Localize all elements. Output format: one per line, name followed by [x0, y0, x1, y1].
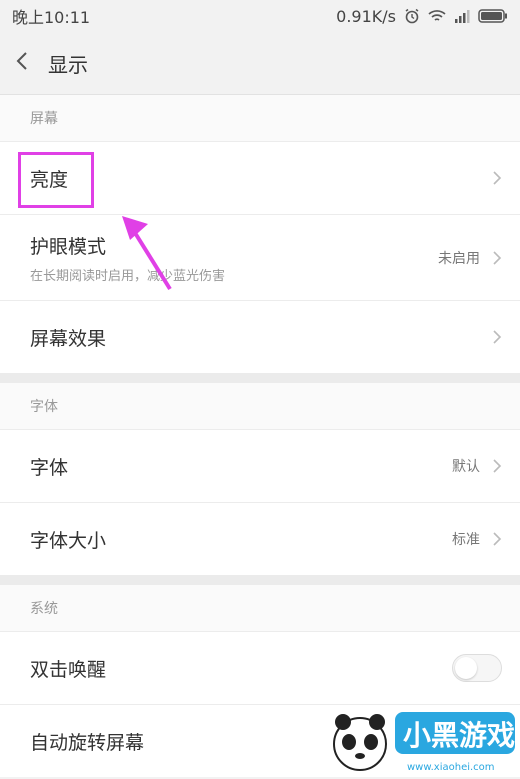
item-label: 双击唤醒 [30, 658, 107, 681]
list-item-font-size[interactable]: 字体大小 标准 [0, 502, 520, 575]
toggle-knob [455, 657, 477, 679]
list-item-font[interactable]: 字体 默认 [0, 429, 520, 502]
list-item-screen-effect[interactable]: 屏幕效果 [0, 300, 520, 373]
list-item-double-tap-wake[interactable]: 双击唤醒 [0, 631, 520, 704]
wifi-icon [428, 9, 446, 23]
pointer-arrow-icon [122, 216, 172, 291]
chevron-right-icon [492, 329, 502, 345]
chevron-right-icon [492, 531, 502, 547]
section-divider [0, 373, 520, 383]
item-value: 默认 [452, 459, 480, 475]
section-label-screen: 屏幕 [0, 95, 520, 141]
list-item-eye-protection[interactable]: 护眼模式 在长期阅读时启用，减少蓝光伤害 未启用 [0, 214, 520, 300]
status-icons: 0.91K/s [336, 7, 508, 26]
back-button[interactable] [0, 41, 44, 85]
header: 显示 [0, 32, 520, 95]
battery-icon [478, 9, 508, 23]
alarm-icon [404, 8, 420, 24]
status-bar: 晚上10:11 0.91K/s [0, 0, 520, 32]
svg-text:小黑游戏: 小黑游戏 [403, 719, 515, 752]
item-label: 字体大小 [30, 529, 107, 552]
chevron-right-icon [492, 170, 502, 186]
page-title: 显示 [48, 52, 88, 77]
chevron-right-icon [492, 250, 502, 266]
item-label: 自动旋转屏幕 [30, 731, 145, 754]
group-font: 字体 默认 字体大小 标准 [0, 429, 520, 575]
section-divider [0, 575, 520, 585]
highlight-box [18, 152, 94, 208]
watermark-logo: 小黑游戏 www.xiaohei.com [325, 700, 520, 775]
chevron-right-icon [492, 458, 502, 474]
chevron-left-icon [15, 51, 29, 75]
item-label: 屏幕效果 [30, 327, 107, 350]
item-label: 字体 [30, 456, 69, 479]
double-tap-toggle[interactable] [452, 654, 502, 682]
svg-text:www.xiaohei.com: www.xiaohei.com [407, 762, 495, 773]
signal-icon [454, 9, 470, 23]
section-label-system: 系统 [0, 585, 520, 631]
item-value: 标准 [452, 532, 480, 548]
status-time: 晚上10:11 [12, 8, 91, 27]
section-label-font: 字体 [0, 383, 520, 429]
item-value: 未启用 [438, 250, 480, 267]
network-speed: 0.91K/s [336, 6, 396, 26]
